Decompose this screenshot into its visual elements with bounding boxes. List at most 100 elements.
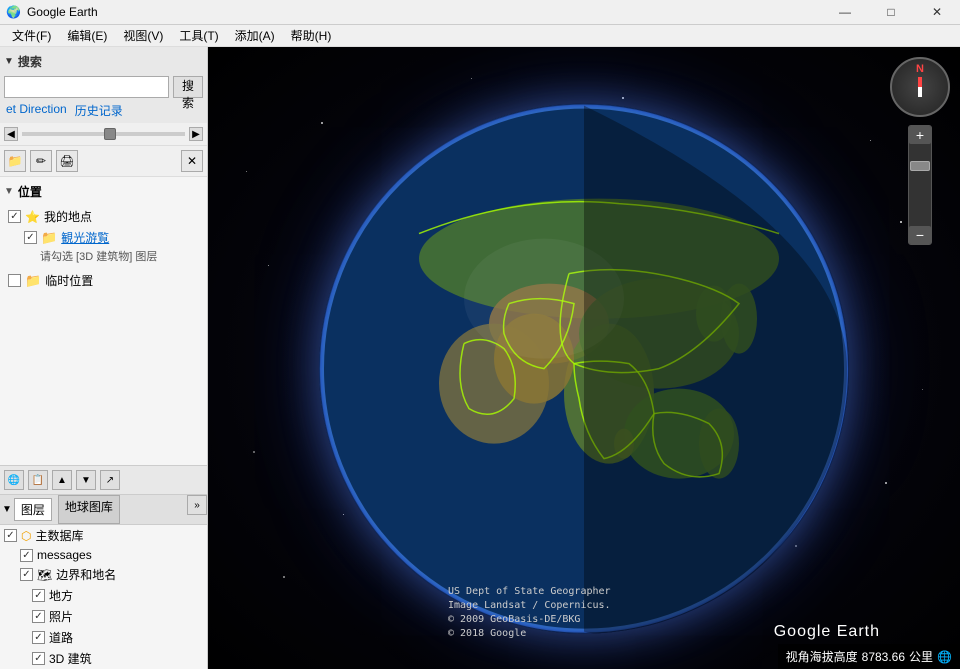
layer-roads[interactable]: 道路 (0, 627, 207, 648)
google-earth-logo: Google Earth (774, 623, 880, 641)
menu-edit[interactable]: 编辑(E) (59, 25, 115, 46)
compass-ring[interactable]: N (890, 57, 950, 117)
zoom-handle[interactable] (910, 161, 930, 171)
zoom-slider[interactable]: + − (908, 125, 932, 245)
globe-container[interactable] (319, 104, 849, 634)
search-label: 搜索 (18, 53, 42, 70)
library-arrow[interactable]: » (187, 495, 207, 515)
titlebar-left: 🌍 Google Earth (0, 5, 98, 19)
location-section: ▼ 位置 ⭐ 我的地点 📁 観光游覧 请勾选 [3D 建筑物] 图 (0, 177, 207, 295)
maximize-button[interactable]: □ (868, 0, 914, 25)
layer-photos-label: 照片 (49, 608, 73, 625)
panel-scroll[interactable]: ▼ 位置 ⭐ 我的地点 📁 観光游覧 请勾选 [3D 建筑物] 图 (0, 177, 207, 465)
location-label: 位置 (18, 183, 42, 200)
layers-tab[interactable]: 图层 (14, 498, 52, 521)
app-title: Google Earth (27, 5, 98, 19)
panel-slider: ◀ ▶ (0, 123, 207, 146)
layer-primary-db-checkbox[interactable] (4, 529, 17, 542)
search-area: ▼ 搜索 搜索 et Direction 历史记录 (0, 47, 207, 123)
print-button[interactable]: 🖨 (56, 150, 78, 172)
compass-needle (918, 77, 922, 97)
search-header: ▼ 搜索 (4, 51, 203, 72)
menu-file[interactable]: 文件(F) (4, 25, 59, 46)
slider-track[interactable] (22, 132, 185, 136)
nav-action-arrow[interactable]: ↗ (100, 470, 120, 490)
panel-bottom: 🌐 📋 ▲ ▼ ↗ ▼ 图层 地球图库 » (0, 465, 207, 669)
menu-tools[interactable]: 工具(T) (171, 25, 226, 46)
zoom-in-button[interactable]: + (909, 126, 931, 144)
layer-roads-checkbox[interactable] (32, 631, 45, 644)
menu-help[interactable]: 帮助(H) (283, 25, 340, 46)
earth-view[interactable]: □ 📍 ⬡ 〜 🖼 → 📷 🏔 🔍 ✉ 🖨 📄 📐 (208, 47, 960, 669)
temp-folder-icon: 📁 (25, 273, 41, 289)
my-places-checkbox[interactable] (8, 210, 21, 223)
layer-borders[interactable]: 🗺 边界和地名 (0, 564, 207, 585)
layer-primary-db-icon: ⬡ (21, 529, 31, 543)
tour-item[interactable]: 📁 観光游覧 (4, 227, 203, 248)
temp-location-item[interactable]: 📁 临时位置 (4, 270, 203, 291)
altitude-label: 视角海拔高度 (786, 648, 858, 665)
layer-messages-checkbox[interactable] (20, 549, 33, 562)
location-header: ▼ 位置 (4, 181, 203, 202)
tour-checkbox[interactable] (24, 231, 37, 244)
left-panel: ▼ 搜索 搜索 et Direction 历史记录 ◀ ▶ 📁 ✏ 🖨 (0, 47, 208, 669)
layer-places-checkbox[interactable] (32, 589, 45, 602)
compass[interactable]: N (890, 57, 950, 117)
nav-down-arrow[interactable]: ▼ (76, 470, 96, 490)
layer-borders-checkbox[interactable] (20, 568, 33, 581)
layer-borders-label: 边界和地名 (56, 566, 116, 583)
temp-checkbox[interactable] (8, 274, 21, 287)
nav-controls: N + − (890, 57, 950, 245)
library-tab[interactable]: 地球图库 (58, 495, 120, 524)
compass-north-label: N (916, 63, 924, 75)
nav-up-arrow[interactable]: ▲ (52, 470, 72, 490)
slider-left-arrow[interactable]: ◀ (4, 127, 18, 141)
layers-collapse-arrow: ▼ (2, 504, 12, 515)
search-link-history[interactable]: 历史记录 (75, 102, 123, 119)
layer-primary-db[interactable]: ⬡ 主数据库 (0, 525, 207, 546)
search-input[interactable] (4, 76, 169, 98)
slider-thumb[interactable] (104, 128, 116, 140)
altitude-status: 视角海拔高度 8783.66 公里 🌐 (778, 644, 960, 669)
slider-right-arrow[interactable]: ▶ (189, 127, 203, 141)
layer-photos[interactable]: 照片 (0, 606, 207, 627)
layer-places[interactable]: 地方 (0, 585, 207, 606)
attribution-area: US Dept of State Geographer Image Landsa… (448, 585, 880, 641)
close-button[interactable]: ✕ (914, 0, 960, 25)
layer-places-label: 地方 (49, 587, 73, 604)
layer-messages-label: messages (37, 548, 92, 562)
menu-view[interactable]: 视图(V) (115, 25, 171, 46)
menu-add[interactable]: 添加(A) (227, 25, 283, 46)
hint-text: 请勾选 [3D 建筑物] 图层 (4, 248, 203, 266)
search-links: et Direction 历史记录 (4, 102, 203, 119)
my-places-icon: ⭐ (25, 210, 40, 224)
layer-panel-icon[interactable]: 📋 (28, 470, 48, 490)
tour-folder-icon: 📁 (41, 230, 57, 246)
layers-list: ⬡ 主数据库 messages 🗺 边界和地名 地方 (0, 525, 207, 669)
my-places-label: 我的地点 (44, 208, 92, 225)
location-collapse-icon: ▼ (4, 186, 14, 197)
layer-3d-buildings-label: 3D 建筑 (49, 650, 92, 667)
app-icon: 🌍 (6, 5, 21, 19)
edit-button[interactable]: ✏ (30, 150, 52, 172)
search-link-direction[interactable]: et Direction (6, 102, 67, 119)
layer-roads-label: 道路 (49, 629, 73, 646)
title-bar: 🌍 Google Earth — □ ✕ (0, 0, 960, 25)
layer-library-bar: 🌐 📋 ▲ ▼ ↗ (0, 465, 207, 494)
zoom-out-button[interactable]: − (909, 226, 931, 244)
altitude-value: 8783.66 (862, 650, 905, 664)
layer-primary-db-label: 主数据库 (35, 527, 83, 544)
main-layout: ▼ 搜索 搜索 et Direction 历史记录 ◀ ▶ 📁 ✏ 🖨 (0, 47, 960, 669)
menu-bar: 文件(F) 编辑(E) 视图(V) 工具(T) 添加(A) 帮助(H) (0, 25, 960, 47)
layer-tab-icon[interactable]: 🌐 (4, 470, 24, 490)
my-places-item[interactable]: ⭐ 我的地点 (4, 206, 203, 227)
layer-messages[interactable]: messages (0, 546, 207, 564)
layer-photos-checkbox[interactable] (32, 610, 45, 623)
layer-3d-buildings-checkbox[interactable] (32, 652, 45, 665)
earth-globe[interactable] (319, 104, 849, 634)
minimize-button[interactable]: — (822, 0, 868, 25)
delete-button[interactable]: ✕ (181, 150, 203, 172)
search-button[interactable]: 搜索 (173, 76, 203, 98)
add-folder-button[interactable]: 📁 (4, 150, 26, 172)
layer-3d-buildings[interactable]: 3D 建筑 (0, 648, 207, 669)
